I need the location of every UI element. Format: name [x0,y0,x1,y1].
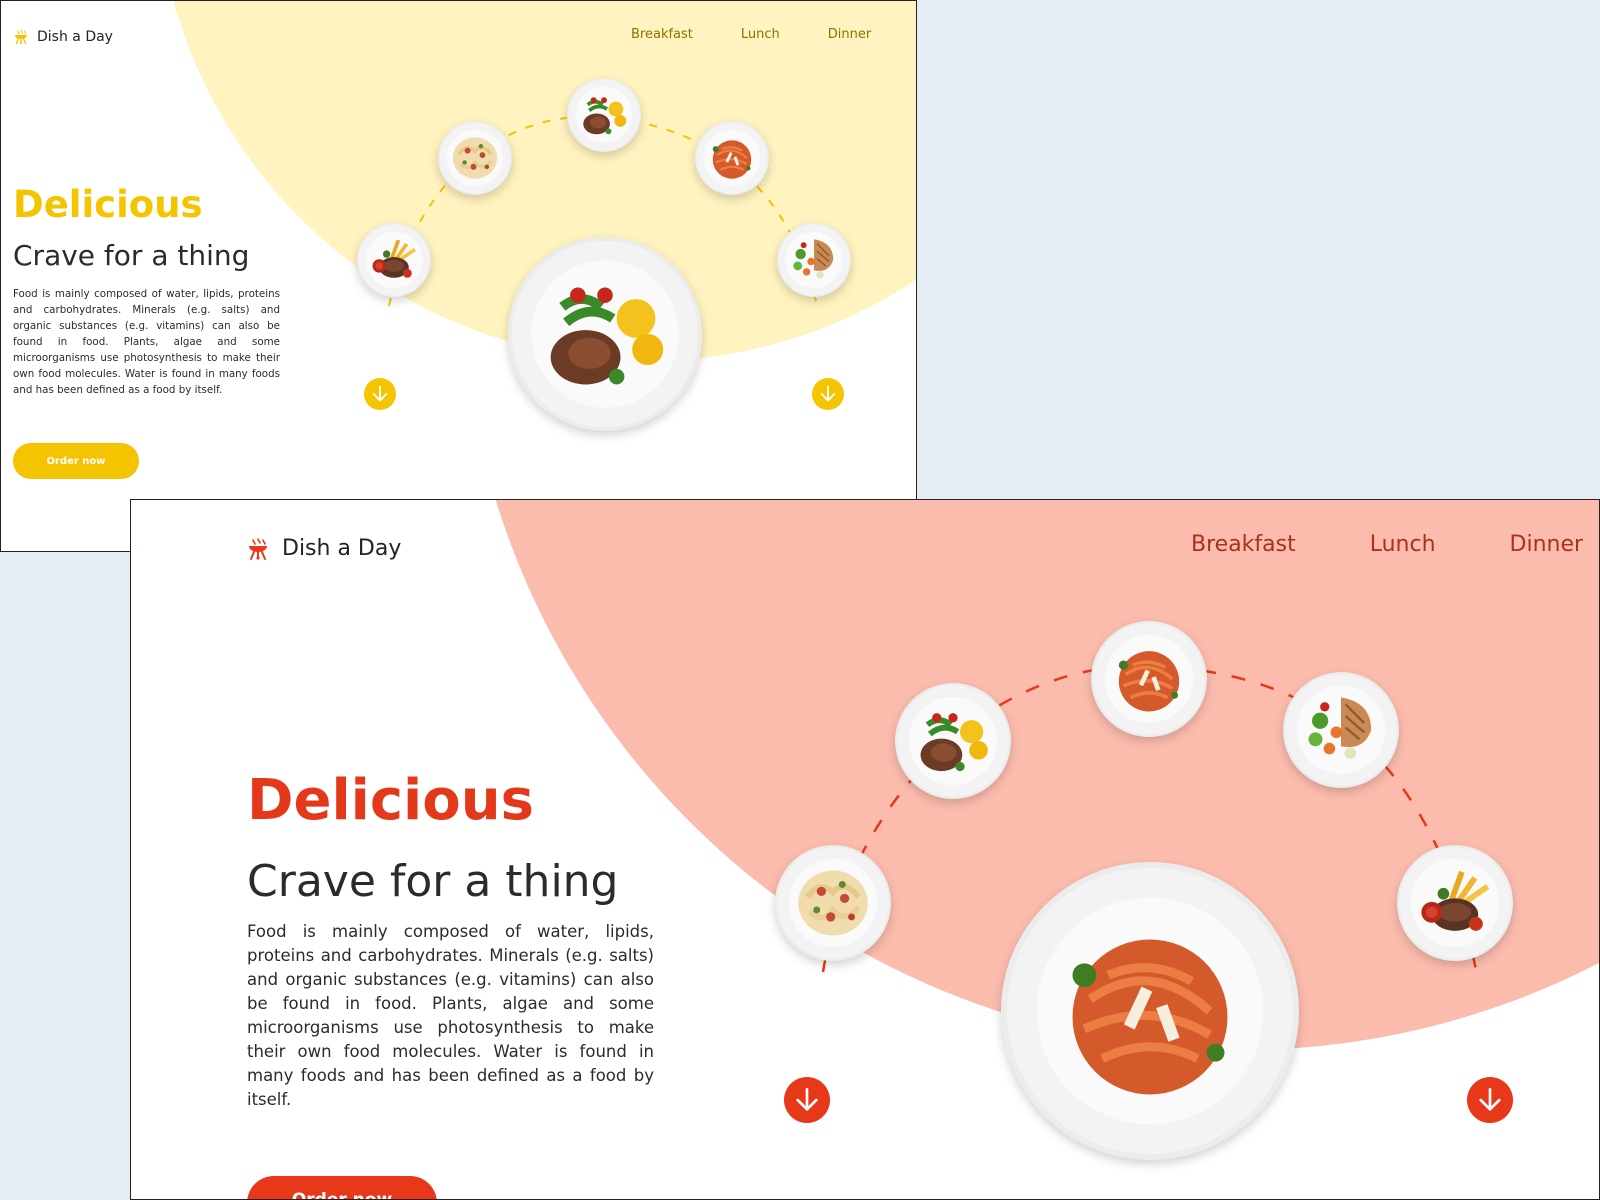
pasta-bacon-dish[interactable] [775,845,891,961]
hero-description: Food is mainly composed of water, lipids… [13,288,280,396]
nav-lunch[interactable]: Lunch [741,27,780,42]
brand-logo[interactable]: Dish a Day [13,29,113,45]
scroll-down-right[interactable] [812,378,844,410]
nav-breakfast[interactable]: Breakfast [1191,532,1296,557]
red-landing-card: Dish a Day Breakfast Lunch Dinner Delici… [130,499,1600,1200]
hero-title: Delicious [247,768,534,833]
grill-icon [246,537,270,561]
arrow-down-icon [369,383,391,405]
grilled-fish-veg-dish[interactable] [777,223,851,297]
order-now-button[interactable]: Order now [13,443,139,479]
scroll-down-right[interactable] [1467,1077,1513,1123]
brand-name: Dish a Day [37,29,113,45]
nav-lunch[interactable]: Lunch [1370,532,1436,557]
pasta-bacon-dish[interactable] [438,121,512,195]
arrow-down-icon [817,383,839,405]
featured-dish [508,237,702,431]
scroll-down-left[interactable] [784,1077,830,1123]
scroll-down-left[interactable] [364,378,396,410]
brand-logo[interactable]: Dish a Day [246,536,401,561]
hero-subtitle: Crave for a thing [13,239,250,272]
order-now-button[interactable]: Order now [247,1176,437,1199]
main-nav: Breakfast Lunch Dinner [1191,532,1599,557]
featured-dish [1001,862,1299,1160]
grilled-fish-veg-dish[interactable] [1283,672,1399,788]
hero-subtitle: Crave for a thing [247,856,619,907]
grill-icon [13,29,29,45]
spaghetti-dish[interactable] [695,121,769,195]
main-nav: Breakfast Lunch Dinner [631,27,916,42]
steak-fries-dish[interactable] [1397,845,1513,961]
spaghetti-dish[interactable] [1091,621,1207,737]
steak-fries-dish[interactable] [357,223,431,297]
nav-dinner[interactable]: Dinner [828,27,871,42]
steak-salad-dish[interactable] [895,683,1011,799]
brand-name: Dish a Day [282,536,402,561]
hero-title: Delicious [13,183,203,226]
arrow-down-icon [1474,1084,1506,1116]
steak-salad-dish[interactable] [567,78,641,152]
nav-dinner[interactable]: Dinner [1510,532,1584,557]
hero-description: Food is mainly composed of water, lipids… [247,922,654,1109]
arrow-down-icon [791,1084,823,1116]
nav-breakfast[interactable]: Breakfast [631,27,693,42]
yellow-landing-card: Dish a Day Breakfast Lunch Dinner Delici… [0,0,917,552]
